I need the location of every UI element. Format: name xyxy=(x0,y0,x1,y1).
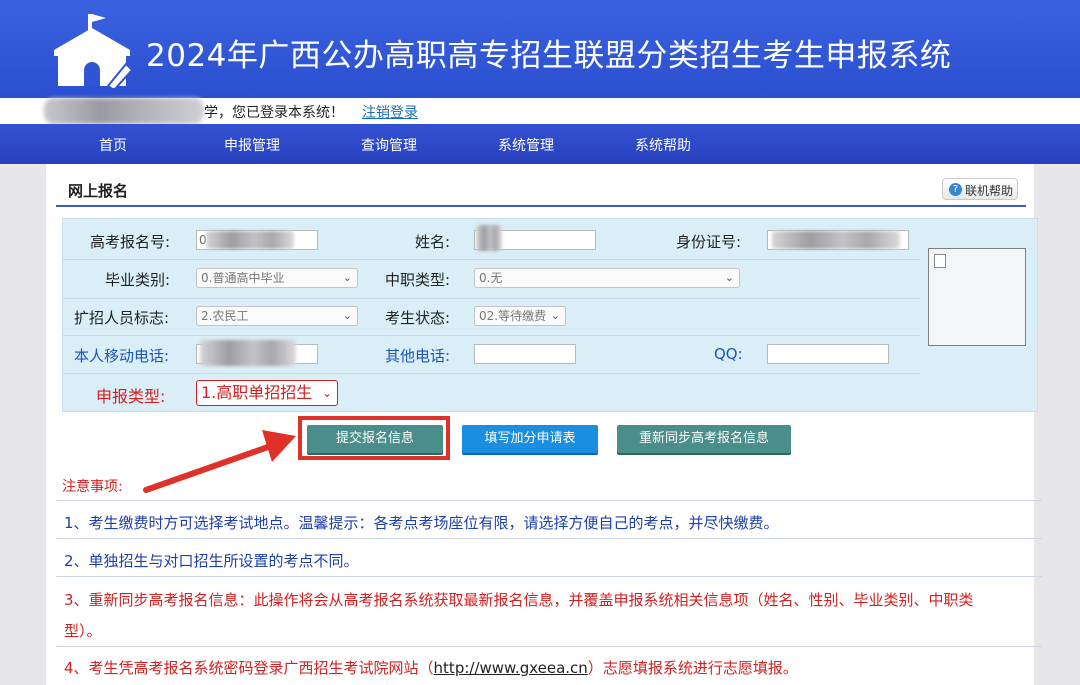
grad-type-value: 0.普通高中毕业 xyxy=(201,271,285,285)
chevron-down-icon: ⌄ xyxy=(321,386,332,400)
form-row-divider xyxy=(62,259,920,260)
section-divider xyxy=(56,205,1026,207)
section-title: 网上报名 xyxy=(68,182,129,200)
note-2: 2、单独招生与对口招生所设置的考点不同。 xyxy=(64,552,359,570)
online-help-button[interactable]: ? 联机帮助 xyxy=(942,178,1018,200)
chevron-down-icon: ⌄ xyxy=(550,309,560,322)
nav-item-query-management[interactable]: 查询管理 xyxy=(361,135,417,155)
main-nav: 首页 申报管理 查询管理 系统管理 系统帮助 xyxy=(0,124,1080,164)
nav-item-home[interactable]: 首页 xyxy=(99,135,127,155)
expansion-label: 扩招人员标志: xyxy=(74,309,170,327)
apply-type-label: 申报类型: xyxy=(96,387,166,406)
name-redacted xyxy=(476,225,502,251)
id-number-label: 身份证号: xyxy=(676,233,742,251)
login-message: 学，您已登录本系统！ xyxy=(204,105,344,121)
note-divider xyxy=(56,538,1042,539)
qq-input[interactable] xyxy=(767,344,889,364)
note-divider xyxy=(56,500,1042,501)
nav-item-system-management[interactable]: 系统管理 xyxy=(498,135,554,155)
gxeea-link[interactable]: http://www.gxeea.cn xyxy=(434,659,588,677)
login-bar: 学，您已登录本系统！ 注销登录 xyxy=(0,98,1080,124)
broken-image-icon xyxy=(934,254,946,268)
status-select[interactable]: 02.等待缴费 ⌄ xyxy=(474,306,566,326)
note-4-suffix: ）志愿填报系统进行志愿填报。 xyxy=(587,659,798,677)
form-row-divider xyxy=(62,335,920,336)
status-value: 02.等待缴费 xyxy=(479,309,547,323)
qq-label: QQ: xyxy=(714,345,743,363)
exam-no-redacted xyxy=(206,231,294,249)
name-label: 姓名: xyxy=(415,233,451,251)
site-header: 2024年广西公办高职高专招生联盟分类招生考生申报系统 xyxy=(0,0,1080,98)
chevron-down-icon: ⌄ xyxy=(342,309,352,322)
other-phone-label: 其他电话: xyxy=(385,347,451,365)
nav-item-system-help[interactable]: 系统帮助 xyxy=(635,135,691,155)
chevron-down-icon: ⌄ xyxy=(342,271,352,284)
id-number-redacted xyxy=(772,231,900,249)
highlight-annotation xyxy=(298,416,450,460)
site-title: 2024年广西公办高职高专招生联盟分类招生考生申报系统 xyxy=(146,38,952,74)
exam-no-label: 高考报名号: xyxy=(90,233,171,251)
grad-type-select[interactable]: 0.普通高中毕业 ⌄ xyxy=(196,268,358,288)
vocational-type-label: 中职类型: xyxy=(385,271,451,289)
notes-title: 注意事项: xyxy=(62,479,123,495)
question-icon: ? xyxy=(949,183,962,196)
note-divider xyxy=(56,646,1042,647)
note-3-line-2: 型）。 xyxy=(64,622,102,640)
expansion-select[interactable]: 2.农民工 ⌄ xyxy=(196,306,358,326)
photo-box xyxy=(928,248,1026,346)
note-4: 4、考生凭高考报名系统密码登录广西招生考试院网站（http://www.gxee… xyxy=(64,657,798,678)
online-help-label: 联机帮助 xyxy=(965,184,1014,198)
school-house-pencil-icon xyxy=(54,14,134,88)
status-label: 考生状态: xyxy=(385,309,451,327)
note-1: 1、考生缴费时方可选择考试地点。温馨提示：各考点考场座位有限，请选择方便自己的考… xyxy=(64,514,779,532)
form-row-divider xyxy=(62,298,920,299)
other-phone-input[interactable] xyxy=(474,344,576,364)
note-divider xyxy=(56,576,1042,577)
nav-item-apply-management[interactable]: 申报管理 xyxy=(224,135,280,155)
form-row-divider xyxy=(62,373,920,374)
resync-registration-button[interactable]: 重新同步高考报名信息 xyxy=(617,425,791,453)
chevron-down-icon: ⌄ xyxy=(724,271,734,284)
mobile-label: 本人移动电话: xyxy=(74,347,170,365)
logout-link[interactable]: 注销登录 xyxy=(362,102,418,122)
expansion-value: 2.农民工 xyxy=(201,309,249,323)
user-name-redacted xyxy=(44,98,204,124)
mobile-redacted xyxy=(200,340,296,366)
bonus-application-button[interactable]: 填写加分申请表 xyxy=(462,425,598,453)
vocational-type-select[interactable]: 0.无 ⌄ xyxy=(474,268,740,288)
note-4-prefix: 4、考生凭高考报名系统密码登录广西招生考试院网站（ xyxy=(64,659,434,677)
vocational-type-value: 0.无 xyxy=(479,271,503,285)
note-3-line-1: 3、重新同步高考报名信息：此操作将会从高考报名系统获取最新报名信息，并覆盖申报系… xyxy=(64,591,974,609)
grad-type-label: 毕业类别: xyxy=(105,271,171,289)
apply-type-select[interactable]: 1.高职单招招生 ⌄ xyxy=(196,380,338,406)
apply-type-value: 1.高职单招招生 xyxy=(201,383,313,402)
